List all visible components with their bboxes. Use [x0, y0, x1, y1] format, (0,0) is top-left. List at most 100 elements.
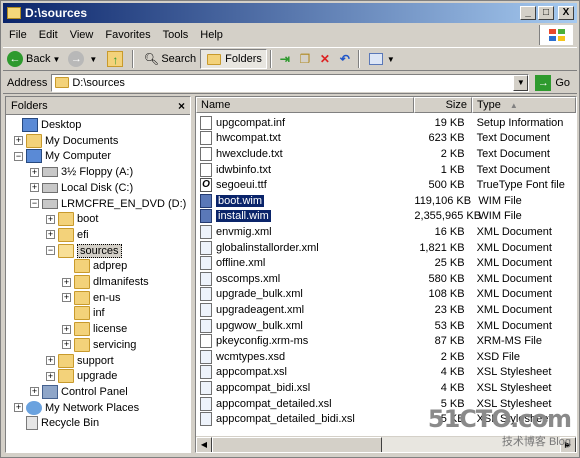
tree-item[interactable]: + Local Disk (C:) — [30, 180, 133, 196]
file-name: appcompat_detailed.xsl — [216, 397, 332, 410]
delete-icon[interactable]: ✕ — [317, 51, 333, 67]
tree-item[interactable]: + upgrade — [46, 368, 117, 384]
expand-icon[interactable]: + — [30, 167, 39, 177]
wim-file-icon — [200, 193, 212, 208]
file-row[interactable]: upgrade_bulk.xml 108 KB XML Document — [196, 287, 576, 303]
file-row[interactable]: upgradeagent.xml 23 KB XML Document — [196, 302, 576, 318]
file-row[interactable]: envmig.xml 16 KB XML Document — [196, 224, 576, 240]
file-row[interactable]: pkeyconfig.xrm-ms 87 KB XRM-MS File — [196, 333, 576, 349]
tree-item[interactable]: + efi — [46, 227, 89, 243]
address-input[interactable]: D:\sources ▼ — [51, 73, 530, 92]
tree-item[interactable]: adprep — [62, 258, 127, 274]
minimize-button[interactable]: _ — [520, 6, 536, 20]
file-row[interactable]: hwexclude.txt 2 KB Text Document — [196, 146, 576, 162]
expand-icon[interactable]: + — [62, 293, 71, 303]
expand-icon[interactable]: + — [62, 324, 71, 334]
file-row[interactable]: appcompat_bidi.xsl 4 KB XSL Stylesheet — [196, 380, 576, 396]
file-name: install.wim — [216, 210, 271, 223]
file-row[interactable]: wcmtypes.xsd 2 KB XSD File — [196, 349, 576, 365]
column-name[interactable]: Name — [196, 97, 414, 113]
folders-pane-title: Folders — [11, 99, 48, 112]
tree-item[interactable]: − My Computer — [14, 148, 111, 164]
expand-icon[interactable]: + — [14, 136, 23, 146]
tree-item[interactable]: + servicing — [62, 337, 136, 353]
column-size[interactable]: Size — [414, 97, 472, 113]
menu-tools[interactable]: Tools — [157, 29, 195, 41]
file-name: oscomps.xml — [216, 272, 281, 285]
tree-item[interactable]: + dlmanifests — [62, 274, 149, 290]
tree-item[interactable]: Recycle Bin — [14, 415, 99, 431]
folders-button[interactable]: Folders — [200, 49, 267, 69]
expand-icon[interactable]: + — [46, 230, 55, 240]
up-folder-button[interactable]: ↑ — [101, 49, 129, 69]
tree-item[interactable]: Desktop — [10, 117, 81, 133]
scroll-left-icon[interactable]: ◀ — [196, 437, 212, 452]
menu-favorites[interactable]: Favorites — [99, 29, 156, 41]
file-row[interactable]: offline.xml 25 KB XML Document — [196, 255, 576, 271]
file-name: upgrade_bulk.xml — [216, 288, 303, 301]
expand-icon[interactable]: + — [62, 340, 71, 350]
tree-item[interactable]: +3½ Floppy (A:) — [30, 164, 133, 180]
tree-item[interactable]: − LRMCFRE_EN_DVD (D:) — [30, 196, 186, 212]
chevron-down-icon[interactable]: ▼ — [387, 55, 395, 64]
file-row[interactable]: oscomps.xml 580 KB XML Document — [196, 271, 576, 287]
close-icon[interactable]: × — [178, 99, 185, 113]
close-button[interactable]: X — [558, 6, 574, 20]
tree-item[interactable]: + My Network Places — [14, 400, 139, 416]
expand-icon[interactable]: + — [14, 403, 23, 413]
tree-item[interactable]: + boot — [46, 211, 98, 227]
file-row[interactable]: boot.wim 119,106 KB WIM File — [196, 193, 576, 209]
file-row[interactable]: upgcompat.inf 19 KB Setup Information — [196, 115, 576, 131]
file-row[interactable]: Osegoeui.ttf 500 KB TrueType Font file — [196, 177, 576, 193]
chevron-down-icon[interactable]: ▼ — [89, 55, 97, 64]
expand-icon[interactable]: + — [30, 387, 39, 397]
menu-edit[interactable]: Edit — [33, 29, 64, 41]
tree-item[interactable]: + support — [46, 353, 114, 369]
column-type[interactable]: Type ▲ — [472, 97, 576, 113]
title-bar[interactable]: D:\sources _ □ X — [3, 3, 577, 23]
menu-help[interactable]: Help — [194, 29, 229, 41]
tree-item-label: Local Disk (C:) — [61, 181, 134, 194]
undo-icon[interactable]: ↶ — [337, 51, 353, 67]
file-name: wcmtypes.xsd — [216, 350, 286, 363]
file-row[interactable]: hwcompat.txt 623 KB Text Document — [196, 131, 576, 147]
file-row[interactable]: globalinstallorder.xml 1,821 KB XML Docume… — [196, 240, 576, 256]
copy-to-icon[interactable]: ❐ — [297, 51, 313, 67]
expand-icon[interactable]: + — [46, 356, 55, 365]
menu-file[interactable]: File — [3, 29, 33, 41]
tree-item[interactable]: + en-us — [62, 290, 121, 306]
expand-icon[interactable]: + — [46, 214, 55, 224]
tree-item[interactable]: − sources — [46, 243, 122, 259]
tree-item[interactable]: + license — [62, 321, 127, 337]
scrollbar-thumb[interactable] — [212, 437, 382, 452]
address-value[interactable]: D:\sources — [72, 77, 125, 89]
chevron-down-icon[interactable]: ▼ — [52, 55, 60, 64]
forward-button[interactable]: → ▼ — [64, 49, 101, 69]
expand-icon[interactable]: + — [62, 277, 71, 287]
file-type: XRM-MS File — [476, 335, 542, 348]
file-type: XML Document — [476, 303, 552, 316]
move-to-icon[interactable]: ⇥ — [277, 51, 293, 67]
expand-icon[interactable]: + — [46, 371, 55, 381]
collapse-icon[interactable]: − — [46, 246, 55, 256]
maximize-button[interactable]: □ — [538, 6, 554, 20]
tree-item[interactable]: inf — [62, 305, 105, 321]
file-row[interactable]: appcompat.xsl 4 KB XSL Stylesheet — [196, 365, 576, 381]
file-row[interactable]: install.wim 2,355,965 KB WIM File — [196, 209, 576, 225]
chevron-down-icon[interactable]: ▼ — [513, 74, 529, 91]
collapse-icon[interactable]: − — [14, 151, 23, 161]
back-button[interactable]: ← Back ▼ — [3, 49, 64, 69]
views-button[interactable]: ▼ — [363, 49, 399, 69]
search-button[interactable]: 🔍︎ Search — [137, 49, 200, 69]
file-row[interactable]: upgwow_bulk.xml 53 KB XML Document — [196, 318, 576, 334]
tree-item[interactable]: + My Documents — [14, 133, 118, 149]
menu-view[interactable]: View — [64, 29, 100, 41]
dvd-icon — [42, 198, 58, 209]
expand-icon[interactable]: + — [30, 183, 39, 193]
back-arrow-icon: ← — [7, 51, 23, 67]
address-bar: Address D:\sources ▼ → Go — [3, 72, 577, 94]
file-row[interactable]: idwbinfo.txt 1 KB Text Document — [196, 162, 576, 178]
tree-item[interactable]: + Control Panel — [30, 384, 128, 400]
go-button[interactable]: → Go — [535, 74, 570, 91]
collapse-icon[interactable]: − — [30, 199, 39, 208]
